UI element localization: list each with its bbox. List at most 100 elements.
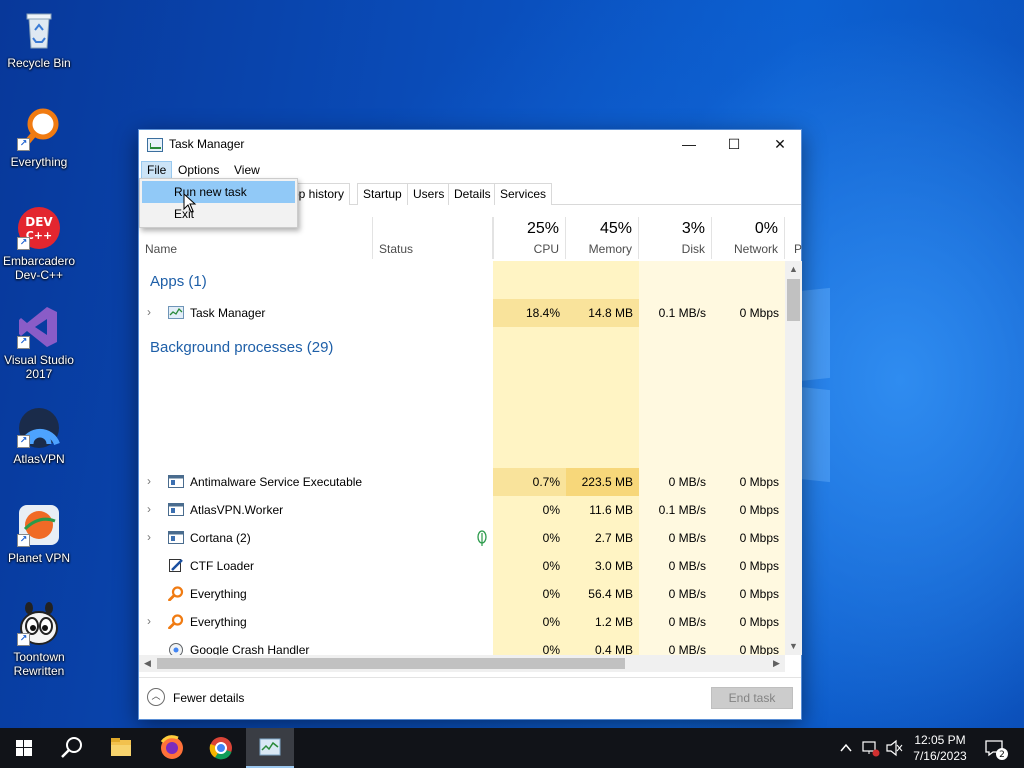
process-row[interactable]: › AtlasVPN.Worker 0% 11.6 MB 0.1 MB/s 0 Mbps [139, 496, 785, 524]
desktop-icon-label: Visual Studio 2017 [4, 353, 74, 381]
close-button[interactable]: ✕ [757, 130, 803, 160]
efficiency-leaf-icon [476, 530, 488, 546]
memory-cell: 11.6 MB [589, 503, 633, 517]
fewer-details-link[interactable]: Fewer details [173, 691, 244, 705]
scroll-right-icon[interactable]: ▶ [768, 655, 785, 672]
disk-total: 3% [681, 220, 705, 237]
desktop-icon-label: Everything [10, 155, 68, 169]
network-cell: 0 Mbps [739, 559, 779, 573]
scroll-down-icon[interactable]: ▼ [785, 638, 802, 655]
shortcut-arrow-icon: ↗ [17, 138, 30, 151]
taskbar-file-explorer[interactable] [97, 728, 145, 768]
everything-icon: ↗ [17, 107, 61, 151]
shortcut-arrow-icon: ↗ [17, 336, 30, 349]
chevron-right-icon[interactable]: › [147, 615, 157, 627]
desktop-icon-toontown[interactable]: ↗ Toontown Rewritten [1, 602, 77, 678]
network-cell: 0 Mbps [739, 531, 779, 545]
taskbar-chrome[interactable] [197, 728, 245, 768]
scroll-up-icon[interactable]: ▲ [785, 261, 802, 278]
tab-details[interactable]: Details [448, 183, 497, 205]
menu-item-run-new-task[interactable]: Run new task [142, 181, 295, 203]
menu-options[interactable]: Options [173, 161, 224, 179]
title-bar[interactable]: Task Manager — ☐ ✕ [139, 130, 801, 160]
search-button[interactable] [48, 728, 96, 768]
disk-cell: 0 MB/s [668, 615, 706, 629]
action-center-button[interactable]: 2 [980, 728, 1010, 768]
maximize-button[interactable]: ☐ [711, 130, 757, 160]
column-name-label: Name [145, 242, 178, 256]
process-row[interactable]: CTF Loader 0% 3.0 MB 0 MB/s 0 Mbps [139, 552, 785, 580]
menu-view[interactable]: View [229, 161, 265, 179]
group-apps[interactable]: Apps (1) [150, 273, 207, 290]
magnifier-icon [168, 614, 184, 630]
cpu-label: CPU [533, 242, 559, 256]
tab-startup[interactable]: Startup [357, 183, 408, 205]
column-disk[interactable]: 3% Disk [639, 217, 712, 259]
process-row[interactable]: › Antimalware Service Executable 0.7% 223.5… [139, 468, 785, 496]
taskbar-firefox[interactable] [148, 728, 196, 768]
process-name: Google Crash Handler [190, 643, 310, 655]
vertical-scrollbar[interactable]: ▲ ▼ [785, 261, 802, 655]
shortcut-arrow-icon: ↗ [17, 633, 30, 646]
google-update-icon [168, 642, 184, 655]
clock[interactable]: 12:05 PM 7/16/2023 [902, 732, 978, 764]
search-icon [61, 737, 82, 758]
recycle-bin-icon [17, 8, 61, 52]
show-hidden-icons-button[interactable] [838, 728, 854, 768]
menu-file[interactable]: File [141, 161, 173, 179]
network-tray-button[interactable] [860, 728, 882, 768]
taskbar: 12:05 PM 7/16/2023 2 [0, 728, 1024, 768]
desktop-icon-devcpp[interactable]: DEV C++ ↗ Embarcadero Dev-C++ [1, 206, 77, 282]
scroll-thumb[interactable] [157, 658, 625, 669]
minimize-button[interactable]: — [666, 130, 712, 160]
process-name: CTF Loader [190, 559, 255, 573]
chevron-right-icon[interactable]: › [147, 531, 157, 543]
start-button[interactable] [0, 728, 48, 768]
chevron-up-icon [840, 743, 852, 752]
disk-cell: 0 MB/s [668, 587, 706, 601]
process-row[interactable]: Google Crash Handler 0% 0.4 MB 0 MB/s 0 Mbps [139, 636, 785, 655]
process-name: Everything [190, 587, 247, 601]
clock-time: 12:05 PM [914, 733, 966, 747]
cpu-cell: 0% [542, 503, 560, 517]
group-background[interactable]: Background processes (29) [150, 339, 333, 356]
column-memory[interactable]: 45% Memory [566, 217, 639, 259]
desktop-icon-atlasvpn[interactable]: ↗ AtlasVPN [1, 404, 77, 466]
cpu-cell: 0% [542, 587, 560, 601]
process-row[interactable]: Everything 0% 56.4 MB 0 MB/s 0 Mbps [139, 580, 785, 608]
desktop-icon-planetvpn[interactable]: ↗ Planet VPN [1, 503, 77, 565]
memory-cell: 56.4 MB [588, 587, 633, 601]
memory-total: 45% [599, 220, 632, 237]
process-name: Task Manager [190, 306, 266, 320]
scroll-thumb[interactable] [787, 279, 800, 321]
desktop-icon-recycle-bin[interactable]: Recycle Bin [1, 8, 77, 70]
tab-services[interactable]: Services [494, 183, 553, 205]
desktop-icon-visual-studio[interactable]: ↗ Visual Studio 2017 [1, 305, 77, 381]
end-task-button[interactable]: End task [711, 687, 793, 709]
column-cpu[interactable]: 25% CPU [493, 217, 566, 259]
chevron-right-icon[interactable]: › [147, 475, 157, 487]
desktop-icon-label: Planet VPN [7, 551, 71, 565]
magnifier-icon [168, 586, 184, 602]
scroll-left-icon[interactable]: ◀ [139, 655, 156, 672]
column-status[interactable]: Status [373, 217, 493, 259]
network-icon [862, 741, 880, 757]
tab-users[interactable]: Users [407, 183, 451, 205]
horizontal-scrollbar[interactable]: ◀ ▶ [139, 655, 785, 672]
volume-tray-button[interactable] [884, 728, 904, 768]
process-row[interactable]: › Cortana (2) 0% 2.7 MB 0 MB/s 0 Mbps [139, 524, 785, 552]
disk-cell: 0.1 MB/s [658, 503, 706, 517]
chevron-right-icon[interactable]: › [147, 306, 157, 318]
taskbar-task-manager[interactable] [246, 728, 294, 768]
disk-cell: 0.1 MB/s [658, 306, 706, 320]
process-row[interactable]: › Task Manager 18.4% 14.8 MB 0.1 MB/s 0 Mbps [139, 299, 785, 327]
chevron-up-icon[interactable]: ︿ [147, 688, 165, 706]
column-power[interactable]: P [785, 217, 803, 259]
process-row[interactable]: › Everything 0% 1.2 MB 0 MB/s 0 Mbps [139, 608, 785, 636]
chevron-right-icon[interactable]: › [147, 503, 157, 515]
process-name: Cortana (2) [190, 531, 251, 545]
menu-item-exit[interactable]: Exit [142, 203, 295, 225]
desktop-icon-everything[interactable]: ↗ Everything [1, 107, 77, 169]
column-network[interactable]: 0% Network [712, 217, 785, 259]
memory-cell: 2.7 MB [594, 531, 633, 545]
